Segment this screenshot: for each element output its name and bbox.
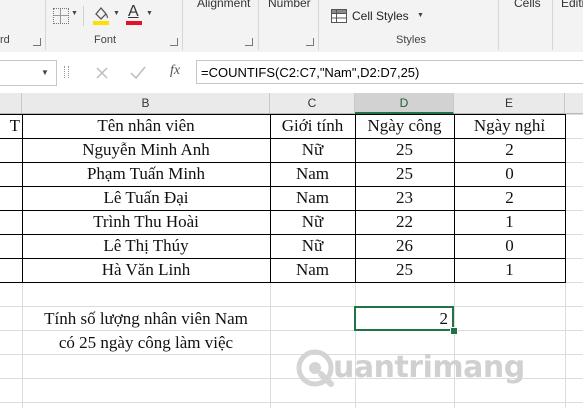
table-cell-name[interactable]: Hà Văn Linh xyxy=(22,258,270,282)
table-cell-work-days[interactable]: 22 xyxy=(355,210,454,234)
table-border-vertical xyxy=(454,114,455,283)
table-border-horizontal xyxy=(0,186,565,187)
table-border-horizontal xyxy=(0,114,565,115)
table-cell-leave-days[interactable]: 2 xyxy=(454,138,565,162)
table-cell-gender[interactable]: Nam xyxy=(270,186,355,210)
watermark-q-icon xyxy=(296,349,334,387)
table-cell-gender[interactable]: Nữ xyxy=(270,210,355,234)
table-cell-gender[interactable]: Nữ xyxy=(270,234,355,258)
table-border-horizontal xyxy=(0,138,565,139)
table-cell-work-days[interactable]: 23 xyxy=(355,186,454,210)
question-line-1: Tính số lượng nhân viên Nam xyxy=(44,309,248,328)
table-header-gender[interactable]: Giới tính xyxy=(270,114,355,138)
table-cell-leave-days[interactable]: 1 xyxy=(454,210,565,234)
table-cell-leave-days[interactable]: 2 xyxy=(454,186,565,210)
table-header-name[interactable]: Tên nhân viên xyxy=(22,114,270,138)
fill-handle[interactable] xyxy=(450,327,458,335)
table-cell-work-days[interactable]: 25 xyxy=(355,138,454,162)
watermark-text: uantrimang xyxy=(333,350,525,385)
table-cell-work-days[interactable]: 25 xyxy=(355,162,454,186)
result-cell-d11[interactable]: 2 xyxy=(354,306,454,331)
table-header-leave-days[interactable]: Ngày nghỉ xyxy=(454,114,565,138)
table-border-horizontal xyxy=(0,234,565,235)
table-border-vertical xyxy=(22,114,23,283)
question-line-2: có 25 ngày công làm việc xyxy=(58,333,234,352)
table-border-vertical xyxy=(355,114,356,283)
table-cell-leave-days[interactable]: 0 xyxy=(454,162,565,186)
table-border-horizontal xyxy=(0,258,565,259)
table-border-horizontal xyxy=(0,210,565,211)
table-cell-name[interactable]: Lê Thị Thúy xyxy=(22,234,270,258)
table-cell-gender[interactable]: Nam xyxy=(270,162,355,186)
table-header-partial[interactable]: T xyxy=(0,114,22,138)
table-cell-name[interactable]: Nguyễn Minh Anh xyxy=(22,138,270,162)
table-border-vertical xyxy=(565,114,566,283)
table-cell-leave-days[interactable]: 0 xyxy=(454,234,565,258)
table-cell-gender[interactable]: Nữ xyxy=(270,138,355,162)
table-cell-work-days[interactable]: 25 xyxy=(355,258,454,282)
table-cell-name[interactable]: Trình Thu Hoài xyxy=(22,210,270,234)
table-cell-name[interactable]: Lê Tuấn Đại xyxy=(22,186,270,210)
table-border-vertical xyxy=(270,114,271,283)
table-cell-name[interactable]: Phạm Tuấn Minh xyxy=(22,162,270,186)
table-cell-gender[interactable]: Nam xyxy=(270,258,355,282)
table-cell-work-days[interactable]: 26 xyxy=(355,234,454,258)
table-header-work-days[interactable]: Ngày công xyxy=(355,114,454,138)
table-cell-leave-days[interactable]: 1 xyxy=(454,258,565,282)
watermark-logo: uantrimang xyxy=(295,346,555,392)
table-border-horizontal xyxy=(0,282,565,283)
table-border-horizontal xyxy=(0,162,565,163)
